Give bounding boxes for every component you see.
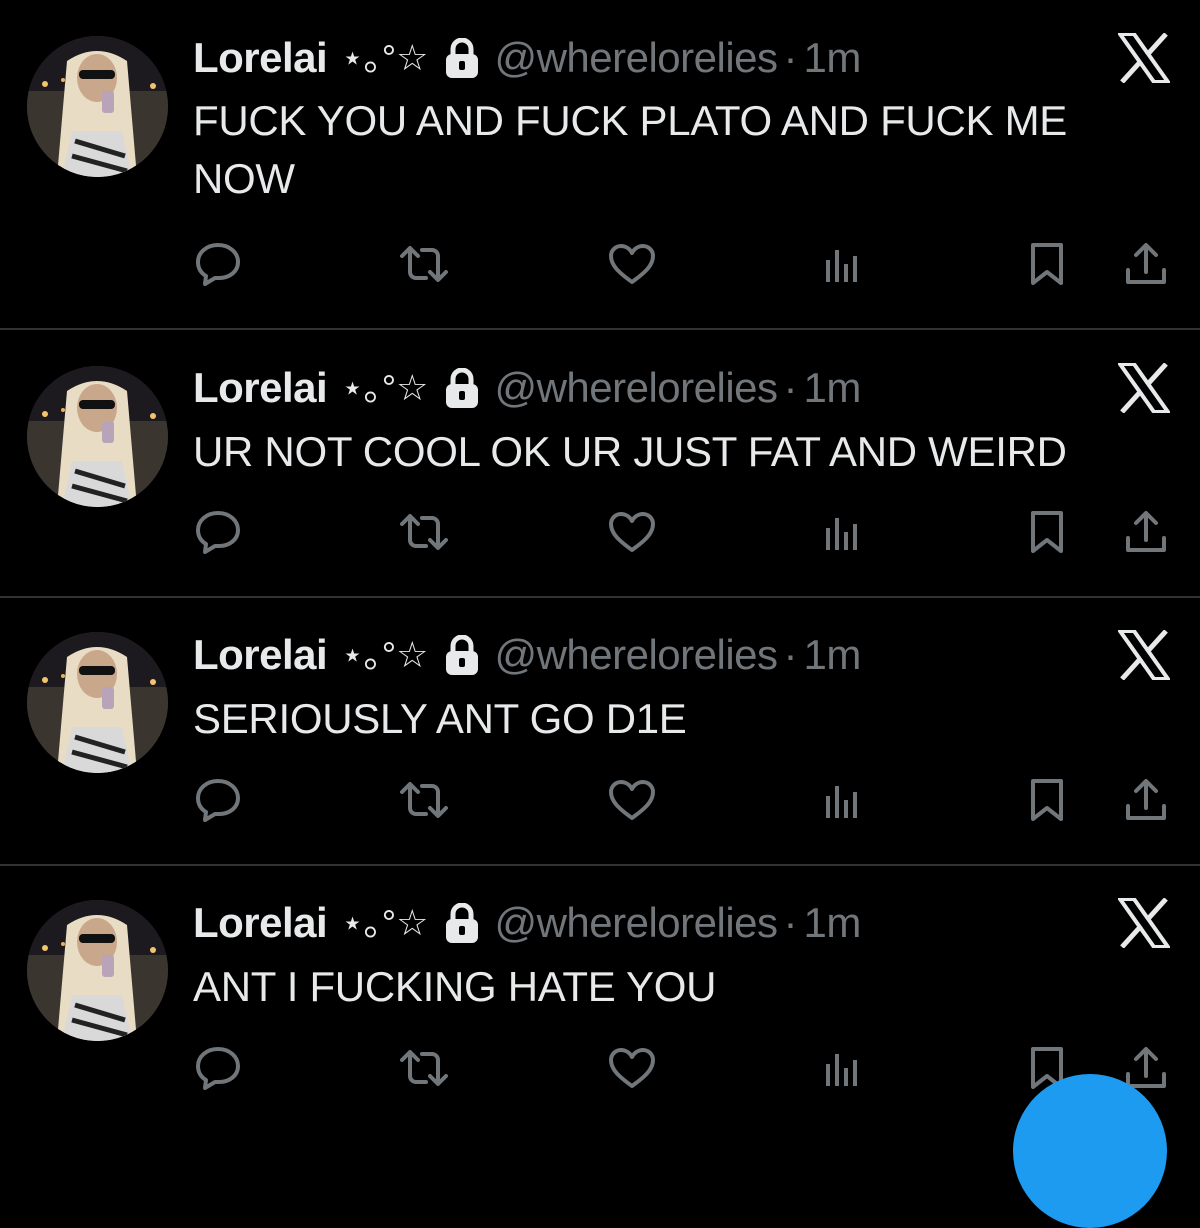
lock-icon — [444, 635, 480, 675]
views-icon — [820, 512, 860, 552]
x-logo-icon — [1118, 898, 1170, 948]
share-button[interactable] — [1122, 776, 1170, 824]
reply-button[interactable] — [194, 776, 242, 824]
repost-button[interactable] — [400, 240, 448, 288]
avatar[interactable] — [27, 366, 168, 507]
timestamp[interactable]: 1m — [804, 893, 862, 953]
tweet-header: Lorelai ⋆｡°☆ @wherelorelies · 1m — [193, 358, 861, 418]
avatar[interactable] — [27, 36, 168, 177]
name-decoration: ⋆｡°☆ — [341, 902, 429, 943]
reply-icon — [195, 1046, 241, 1090]
tweet-actions — [0, 508, 1200, 556]
bookmark-button[interactable] — [1023, 240, 1071, 288]
reply-button[interactable] — [194, 1044, 242, 1092]
name-decoration: ⋆｡°☆ — [341, 634, 429, 675]
views-button[interactable] — [816, 776, 864, 824]
separator-dot: · — [783, 899, 798, 946]
tweet-actions — [0, 776, 1200, 824]
views-icon — [820, 1048, 860, 1088]
display-name[interactable]: Lorelai — [193, 358, 328, 418]
separator-dot: · — [783, 631, 798, 678]
share-button[interactable] — [1122, 508, 1170, 556]
share-icon — [1124, 1046, 1168, 1090]
bookmark-icon — [1028, 510, 1066, 554]
handle[interactable]: @wherelorelies — [494, 625, 778, 685]
reply-button[interactable] — [194, 240, 242, 288]
bookmark-button[interactable] — [1023, 508, 1071, 556]
repost-button[interactable] — [400, 1044, 448, 1092]
share-button[interactable] — [1122, 240, 1170, 288]
separator-dot: · — [783, 34, 798, 81]
like-button[interactable] — [608, 1044, 656, 1092]
reply-icon — [195, 510, 241, 554]
tweet[interactable]: Lorelai ⋆｡°☆ @wherelorelies · 1m SERIOUS… — [0, 598, 1200, 864]
timestamp[interactable]: 1m — [804, 28, 862, 88]
tweet-header: Lorelai ⋆｡°☆ @wherelorelies · 1m — [193, 893, 861, 953]
reply-icon — [195, 242, 241, 286]
tweet-text: FUCK YOU AND FUCK PLATO AND FUCK ME NOW — [193, 97, 1067, 202]
repost-icon — [398, 780, 450, 820]
lock-icon — [444, 38, 480, 78]
like-button[interactable] — [608, 508, 656, 556]
views-button[interactable] — [816, 240, 864, 288]
avatar[interactable] — [27, 900, 168, 1041]
name-decoration: ⋆｡°☆ — [341, 367, 429, 408]
handle[interactable]: @wherelorelies — [494, 893, 778, 953]
views-icon — [820, 244, 860, 284]
bookmark-icon — [1028, 242, 1066, 286]
x-logo-icon — [1118, 33, 1170, 83]
tweet-text: ANT I FUCKING HATE YOU — [193, 963, 717, 1010]
repost-icon — [398, 1048, 450, 1088]
reply-button[interactable] — [194, 508, 242, 556]
separator-dot: · — [783, 364, 798, 411]
x-logo-icon — [1118, 363, 1170, 413]
compose-fab-button[interactable] — [1013, 1074, 1167, 1228]
lock-icon — [444, 368, 480, 408]
bookmark-icon — [1028, 778, 1066, 822]
tweet[interactable]: Lorelai ⋆｡°☆ @wherelorelies · 1m FUCK YO… — [0, 0, 1200, 328]
like-icon — [608, 511, 656, 553]
repost-button[interactable] — [400, 776, 448, 824]
tweet-header: Lorelai ⋆｡°☆ @wherelorelies · 1m — [193, 28, 861, 88]
x-logo-icon — [1118, 630, 1170, 680]
timestamp[interactable]: 1m — [804, 625, 862, 685]
tweet[interactable]: Lorelai ⋆｡°☆ @wherelorelies · 1m UR NOT … — [0, 330, 1200, 596]
like-icon — [608, 1047, 656, 1089]
avatar[interactable] — [27, 632, 168, 773]
name-decoration: ⋆｡°☆ — [341, 37, 429, 78]
display-name[interactable]: Lorelai — [193, 625, 328, 685]
tweet-actions — [0, 1044, 1200, 1092]
reply-icon — [195, 778, 241, 822]
share-icon — [1124, 242, 1168, 286]
views-button[interactable] — [816, 1044, 864, 1092]
tweet-actions — [0, 240, 1200, 288]
tweet-text: SERIOUSLY ANT GO D1E — [193, 695, 687, 742]
repost-button[interactable] — [400, 508, 448, 556]
handle[interactable]: @wherelorelies — [494, 28, 778, 88]
like-button[interactable] — [608, 776, 656, 824]
lock-icon — [444, 903, 480, 943]
views-button[interactable] — [816, 508, 864, 556]
views-icon — [820, 780, 860, 820]
tweet[interactable]: Lorelai ⋆｡°☆ @wherelorelies · 1m ANT I F… — [0, 866, 1200, 1121]
timestamp[interactable]: 1m — [804, 358, 862, 418]
repost-icon — [398, 512, 450, 552]
share-icon — [1124, 778, 1168, 822]
like-button[interactable] — [608, 240, 656, 288]
share-icon — [1124, 510, 1168, 554]
handle[interactable]: @wherelorelies — [494, 358, 778, 418]
like-icon — [608, 243, 656, 285]
display-name[interactable]: Lorelai — [193, 893, 328, 953]
display-name[interactable]: Lorelai — [193, 28, 328, 88]
tweet-text: UR NOT COOL OK UR JUST FAT AND WEIRD — [193, 428, 1067, 475]
bookmark-button[interactable] — [1023, 776, 1071, 824]
tweet-header: Lorelai ⋆｡°☆ @wherelorelies · 1m — [193, 625, 861, 685]
like-icon — [608, 779, 656, 821]
repost-icon — [398, 244, 450, 284]
